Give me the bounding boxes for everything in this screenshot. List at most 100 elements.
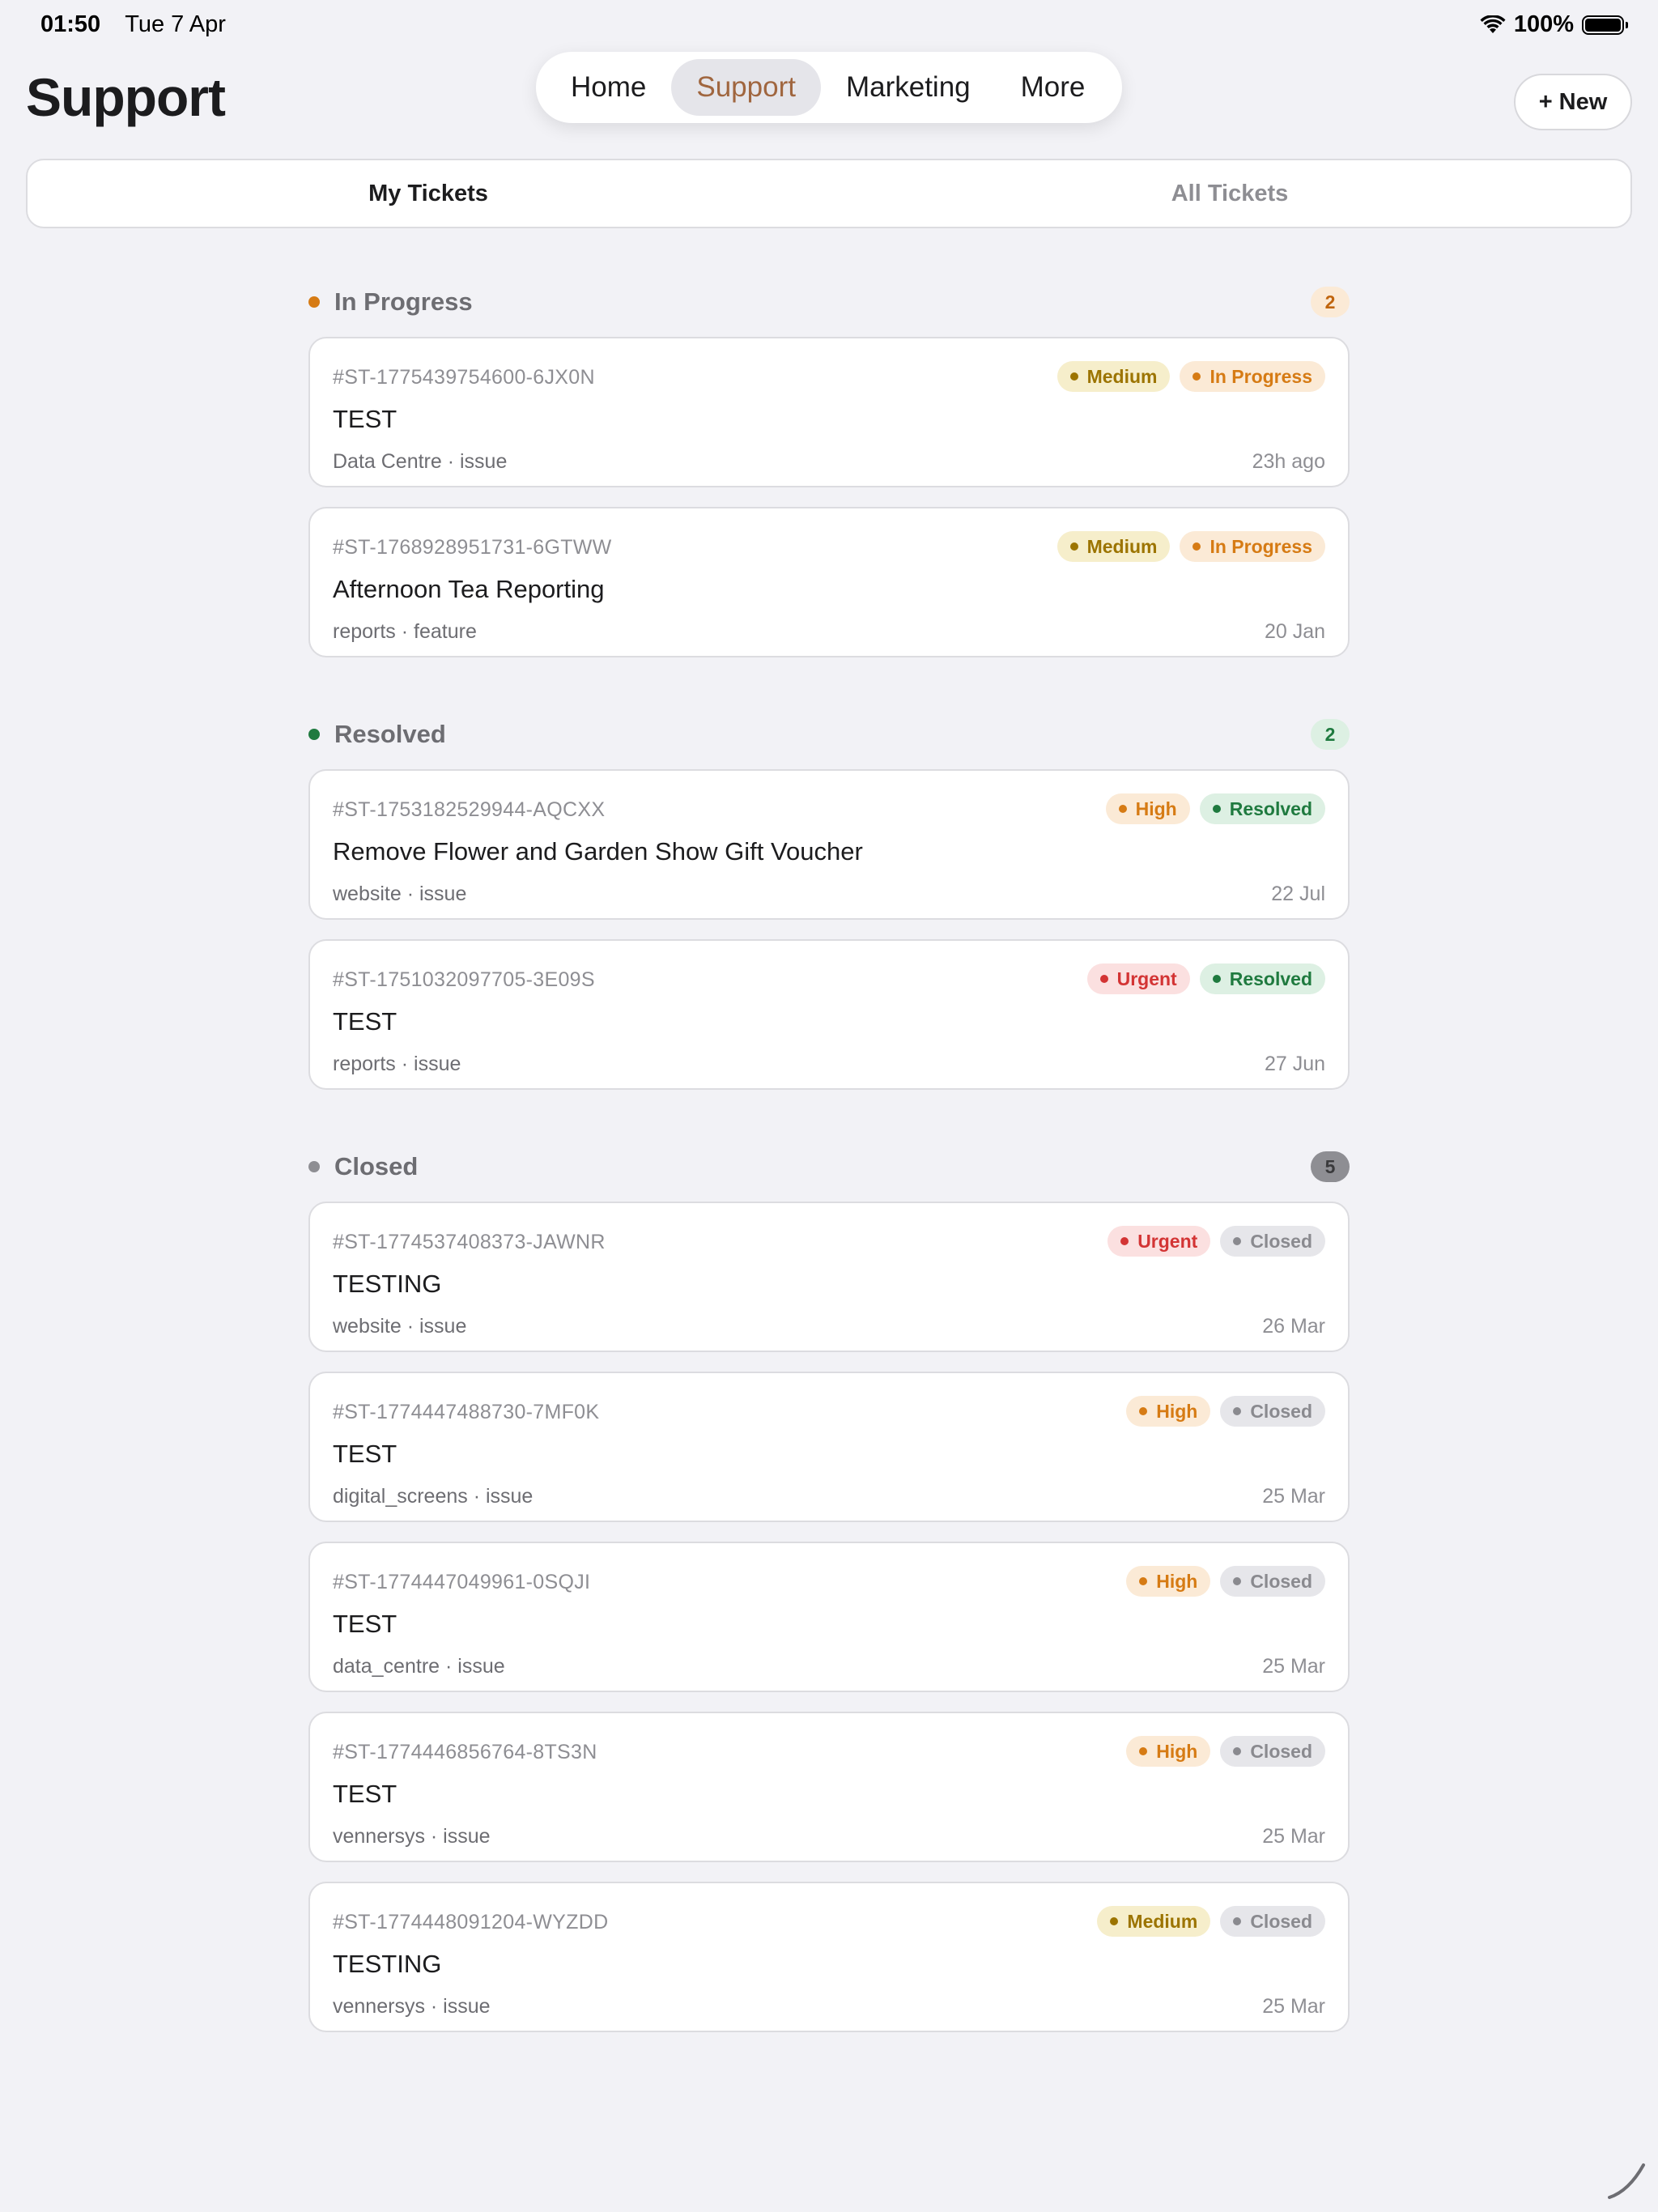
section-count-badge: 5 [1311, 1151, 1350, 1182]
ticket-tags: Medium In Progress [1056, 361, 1325, 392]
ticket-meta: Data Centre · issue [333, 450, 508, 473]
ticket-id: #ST-1753182529944-AQCXX [333, 798, 606, 821]
badge-label: In Progress [1209, 365, 1312, 387]
battery-percent: 100% [1513, 11, 1574, 37]
badge-dot-icon [1069, 542, 1078, 551]
badge-dot-icon [1110, 1917, 1119, 1925]
badge-label: Medium [1086, 365, 1158, 387]
medium-badge: Medium [1097, 1906, 1211, 1937]
closed-badge: Closed [1220, 1226, 1325, 1257]
badge-dot-icon [1233, 1917, 1242, 1925]
ticket-card[interactable]: #ST-1753182529944-AQCXX Remove Flower and… [308, 769, 1350, 920]
closed-badge: Closed [1220, 1736, 1325, 1767]
nav-support[interactable]: Support [671, 59, 821, 116]
section-count-badge: 2 [1311, 287, 1350, 317]
ticket-tags: High Resolved [1105, 793, 1325, 824]
section-count-badge: 2 [1311, 719, 1350, 750]
section-header: Closed 5 [308, 1148, 1350, 1185]
ticket-card[interactable]: #ST-1774537408373-JAWNR TESTING website · … [308, 1202, 1350, 1352]
closed-badge: Closed [1220, 1396, 1325, 1427]
ticket-title: TESTING [333, 1270, 442, 1298]
badge-dot-icon [1099, 975, 1108, 983]
ticket-title: TEST [333, 405, 397, 433]
high-badge: High [1105, 793, 1190, 824]
badge-dot-icon [1192, 372, 1201, 381]
ticket-meta: website · issue [333, 883, 467, 905]
status-dot-icon [308, 296, 320, 308]
ticket-meta: digital_screens · issue [333, 1485, 534, 1508]
badge-label: Closed [1250, 1570, 1312, 1592]
badge-label: Closed [1250, 1740, 1312, 1762]
ticket-title: Remove Flower and Garden Show Gift Vouch… [333, 837, 863, 866]
section-title: Resolved [334, 720, 446, 748]
section-title: In Progress [334, 287, 473, 316]
ticket-card[interactable]: #ST-1768928951731-6GTWW Afternoon Tea Rep… [308, 507, 1350, 657]
badge-label: Closed [1250, 1910, 1312, 1932]
badge-label: In Progress [1209, 535, 1312, 557]
ticket-card[interactable]: #ST-1774448091204-WYZDD TESTING vennersys … [308, 1882, 1350, 2032]
section-header: Resolved 2 [308, 716, 1350, 753]
wifi-icon [1480, 15, 1506, 33]
badge-dot-icon [1139, 1577, 1148, 1585]
ticket-title: TESTING [333, 1950, 442, 1978]
nav-more[interactable]: More [996, 59, 1111, 116]
ticket-timestamp: 25 Mar [1262, 1655, 1325, 1678]
ticket-list: In Progress 2 #ST-1775439754600-6JX0N TEST D… [308, 283, 1350, 2091]
badge-dot-icon [1233, 1237, 1242, 1245]
resize-handle-icon[interactable] [1605, 2159, 1648, 2202]
top-nav: Home Support Marketing More [536, 52, 1122, 123]
ticket-card[interactable]: #ST-1775439754600-6JX0N TEST Data Centre ·… [308, 337, 1350, 487]
urgent-badge: Urgent [1107, 1226, 1211, 1257]
ticket-timestamp: 25 Mar [1262, 1485, 1325, 1508]
ticket-tags: High Closed [1126, 1396, 1325, 1427]
ticket-meta: vennersys · issue [333, 1995, 491, 2018]
ticket-tags: Urgent Resolved [1086, 963, 1325, 994]
ticket-timestamp: 23h ago [1252, 450, 1325, 473]
ticket-timestamp: 26 Mar [1262, 1315, 1325, 1338]
ticket-meta: website · issue [333, 1315, 467, 1338]
badge-dot-icon [1118, 805, 1127, 813]
urgent-badge: Urgent [1086, 963, 1190, 994]
nav-home[interactable]: Home [546, 59, 671, 116]
closed-badge: Closed [1220, 1906, 1325, 1937]
ticket-id: #ST-1774446856764-8TS3N [333, 1741, 597, 1763]
badge-dot-icon [1069, 372, 1078, 381]
badge-label: Closed [1250, 1230, 1312, 1252]
badge-label: Resolved [1229, 968, 1312, 989]
badge-dot-icon [1139, 1747, 1148, 1755]
badge-label: Medium [1127, 1910, 1198, 1932]
resolved-badge: Resolved [1199, 963, 1325, 994]
badge-label: Closed [1250, 1400, 1312, 1422]
ticket-id: #ST-1768928951731-6GTWW [333, 536, 612, 559]
medium-badge: Medium [1056, 531, 1171, 562]
status-right: 100% [1480, 11, 1628, 38]
badge-label: High [1156, 1570, 1198, 1592]
badge-dot-icon [1120, 1237, 1129, 1245]
ticket-meta: reports · issue [333, 1053, 461, 1075]
badge-label: High [1156, 1740, 1198, 1762]
page-title: Support [26, 67, 226, 127]
ticket-card[interactable]: #ST-1751032097705-3E09S TEST reports · iss… [308, 939, 1350, 1090]
status-time: 01:50 [40, 11, 101, 37]
badge-label: Resolved [1229, 798, 1312, 819]
nav-marketing[interactable]: Marketing [821, 59, 996, 116]
ticket-timestamp: 27 Jun [1264, 1053, 1325, 1075]
badge-dot-icon [1212, 805, 1221, 813]
section-header: In Progress 2 [308, 283, 1350, 321]
ticket-card[interactable]: #ST-1774446856764-8TS3N TEST vennersys · i… [308, 1712, 1350, 1862]
ticket-meta: data_centre · issue [333, 1655, 505, 1678]
section-in-progress: In Progress 2 #ST-1775439754600-6JX0N TEST D… [308, 283, 1350, 657]
ticket-id: #ST-1774447049961-0SQJI [333, 1571, 591, 1593]
high-badge: High [1126, 1736, 1211, 1767]
ticket-id: #ST-1774447488730-7MF0K [333, 1401, 600, 1423]
ticket-card[interactable]: #ST-1774447488730-7MF0K TEST digital_scree… [308, 1372, 1350, 1522]
ticket-id: #ST-1774448091204-WYZDD [333, 1911, 609, 1933]
ticket-title: TEST [333, 1780, 397, 1808]
ticket-meta: vennersys · issue [333, 1825, 491, 1848]
segment-my-tickets[interactable]: My Tickets [28, 160, 829, 227]
medium-badge: Medium [1056, 361, 1171, 392]
ticket-card[interactable]: #ST-1774447049961-0SQJI TEST data_centre ·… [308, 1542, 1350, 1692]
segment-all-tickets[interactable]: All Tickets [829, 160, 1630, 227]
new-ticket-button[interactable]: + New [1514, 74, 1632, 130]
ticket-tags: Urgent Closed [1107, 1226, 1325, 1257]
